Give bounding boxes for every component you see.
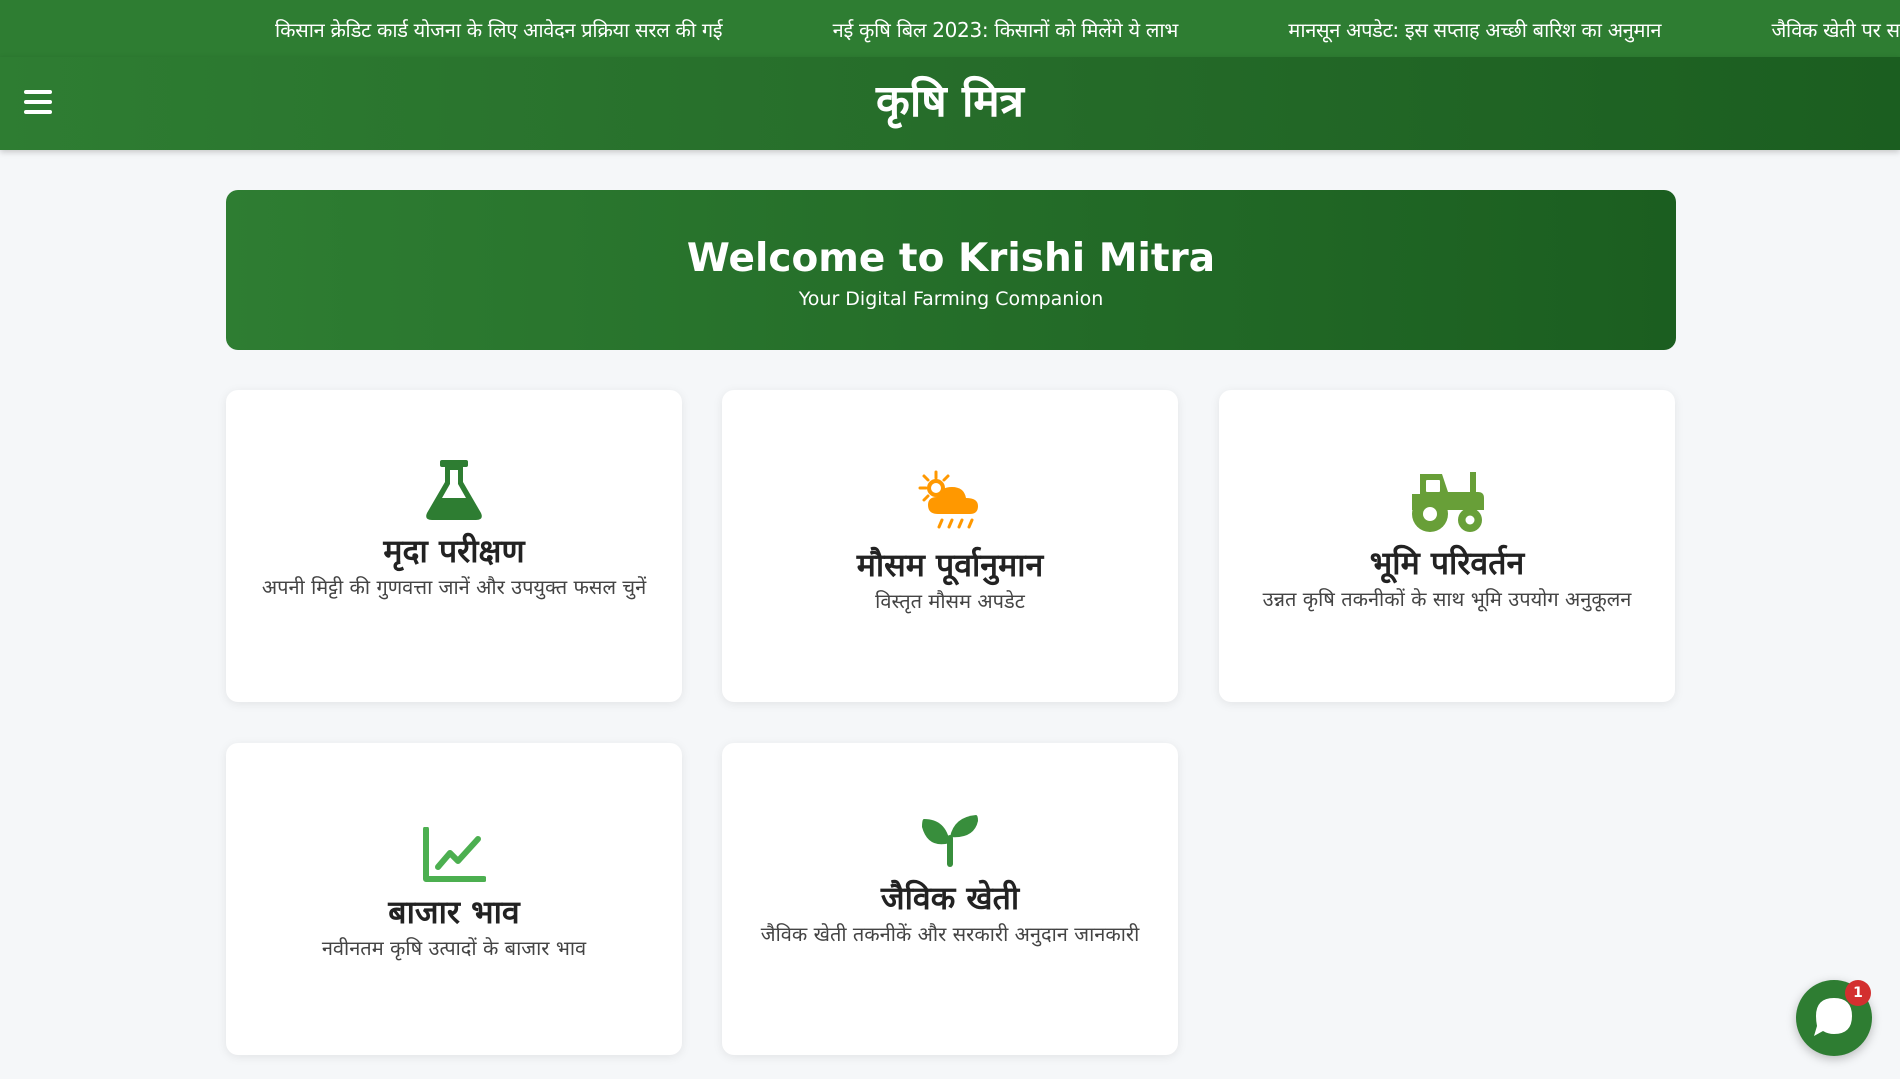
card-description: नवीनतम कृषि उत्पादों के बाजार भाव [321,936,587,961]
ticker-item[interactable]: जैविक खेती पर सरकार दे [1771,16,1900,43]
card-description: जैविक खेती तकनीकें और सरकारी अनुदान जानक… [760,922,1140,947]
ticker-item[interactable]: नई कृषि बिल 2023: किसानों को मिलेंगे ये … [833,16,1179,43]
card-title: जैविक खेती [880,879,1020,917]
seedling-icon [922,815,978,867]
card-description: विस्तृत मौसम अपडेट [875,589,1025,614]
card-market-prices[interactable]: बाजार भाव नवीनतम कृषि उत्पादों के बाजार … [226,743,682,1055]
chart-line-icon [423,827,486,882]
card-title: बाजार भाव [388,893,520,931]
welcome-banner: Welcome to Krishi Mitra Your Digital Far… [226,190,1676,350]
banner-title: Welcome to Krishi Mitra [686,236,1216,281]
ticker-track: किसान क्रेडिट कार्ड योजना के लिए आवेदन प… [275,16,1900,43]
card-title: भूमि परिवर्तन [1369,544,1525,582]
banner-subtitle: Your Digital Farming Companion [798,288,1104,310]
notification-badge: 1 [1845,980,1871,1006]
ticker-item[interactable]: किसान क्रेडिट कार्ड योजना के लिए आवेदन प… [275,16,723,43]
card-soil-testing[interactable]: मृदा परीक्षण अपनी मिट्टी की गुणवत्ता जान… [226,390,682,702]
card-organic-farming[interactable]: जैविक खेती जैविक खेती तकनीकें और सरकारी … [722,743,1178,1055]
news-ticker: किसान क्रेडिट कार्ड योजना के लिए आवेदन प… [0,0,1900,57]
tractor-icon [1412,472,1484,532]
ticker-item[interactable]: मानसून अपडेट: इस सप्ताह अच्छी बारिश का अ… [1288,16,1661,43]
cloud-sun-rain-icon [918,470,978,529]
app-header: कृषि मित्र [0,57,1900,150]
card-title: मौसम पूर्वानुमान [856,546,1044,584]
card-description: उन्नत कृषि तकनीकों के साथ भूमि उपयोग अनु… [1262,587,1632,612]
app-title: कृषि मित्र [876,76,1024,127]
card-description: अपनी मिट्टी की गुणवत्ता जानें और उपयुक्त… [261,575,647,600]
flask-icon [426,460,482,520]
card-land-transformation[interactable]: भूमि परिवर्तन उन्नत कृषि तकनीकों के साथ … [1219,390,1675,702]
card-weather-forecast[interactable]: मौसम पूर्वानुमान विस्तृत मौसम अपडेट [722,390,1178,702]
card-title: मृदा परीक्षण [383,532,525,570]
